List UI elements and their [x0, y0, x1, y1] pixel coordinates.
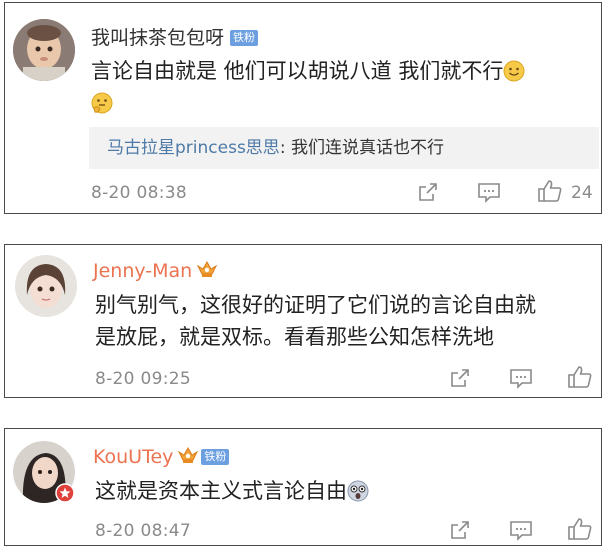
- baby-avatar-image: [13, 19, 75, 81]
- comment-line: 这就是资本主义式言论自由: [95, 479, 347, 503]
- username[interactable]: 我叫抹茶包包呀 铁粉: [91, 23, 259, 50]
- share-button[interactable]: [449, 367, 471, 389]
- share-icon: [451, 521, 469, 539]
- share-icon: [419, 183, 437, 201]
- girl-avatar-image: [15, 255, 77, 317]
- timestamp: 8-20 09:25: [95, 369, 191, 389]
- like-button[interactable]: [567, 517, 593, 541]
- username-text[interactable]: Jenny-Man: [93, 260, 192, 282]
- crown-icon: [177, 445, 199, 465]
- share-button[interactable]: [417, 181, 439, 203]
- smile-emoji-icon: [503, 59, 525, 82]
- fan-badge: 铁粉: [230, 30, 259, 46]
- comment-text: 这就是资本主义式言论自由: [95, 475, 595, 507]
- share-icon: [451, 369, 469, 387]
- like-button[interactable]: [567, 365, 593, 389]
- crown-icon: [196, 259, 218, 279]
- timestamp: 8-20 08:47: [95, 521, 191, 541]
- reply-username[interactable]: 马古拉星princess思思: [107, 138, 280, 158]
- reply-preview[interactable]: 马古拉星princess思思: 我们连说真话也不行: [89, 127, 599, 169]
- avatar[interactable]: [13, 19, 75, 81]
- verified-icon: [55, 483, 75, 503]
- comment-card: 我叫抹茶包包呀 铁粉 言论自由就是 他们可以胡说八道 我们就不行 马古拉星prin…: [4, 2, 602, 214]
- like-icon: [538, 180, 562, 202]
- share-button[interactable]: [449, 519, 471, 541]
- username[interactable]: Jenny-Man: [93, 259, 218, 282]
- comment-text: 别气别气，这很好的证明了它们说的言论自由就 是放屁，就是双标。看看那些公知怎样洗…: [95, 289, 600, 353]
- comment-line: 是放屁，就是双标。看看那些公知怎样洗地: [95, 325, 494, 349]
- comment-card: Jenny-Man 别气别气，这很好的证明了它们说的言论自由就 是放屁，就是双标…: [4, 244, 602, 398]
- username-text[interactable]: 我叫抹茶包包呀: [91, 27, 224, 49]
- comment-button[interactable]: [509, 519, 533, 541]
- fan-badge: 铁粉: [201, 449, 230, 465]
- avatar[interactable]: [15, 255, 77, 317]
- comment-icon: [510, 369, 532, 389]
- comment-button[interactable]: [509, 367, 533, 389]
- comment-card: KouUTey 铁粉 这就是资本主义式言论自由 8-20 08:47: [4, 428, 602, 546]
- comment-line: 别气别气，这很好的证明了它们说的言论自由就: [95, 293, 536, 317]
- username-text[interactable]: KouUTey: [93, 446, 173, 468]
- comment-icon: [510, 521, 532, 541]
- shocked-emoji-icon: [347, 479, 369, 502]
- comment-icon: [478, 183, 500, 203]
- timestamp: 8-20 08:38: [91, 183, 187, 203]
- comment-button[interactable]: [477, 181, 501, 203]
- comment-line: 言论自由就是 他们可以胡说八道 我们就不行: [91, 59, 504, 83]
- like-button[interactable]: [537, 179, 563, 203]
- reply-text: : 我们连说真话也不行: [279, 138, 444, 158]
- like-count: 24: [571, 183, 593, 203]
- like-icon: [568, 518, 592, 540]
- thinking-emoji-icon: [91, 91, 113, 114]
- username[interactable]: KouUTey 铁粉: [93, 445, 230, 468]
- comment-text: 言论自由就是 他们可以胡说八道 我们就不行: [91, 55, 591, 119]
- like-icon: [568, 366, 592, 388]
